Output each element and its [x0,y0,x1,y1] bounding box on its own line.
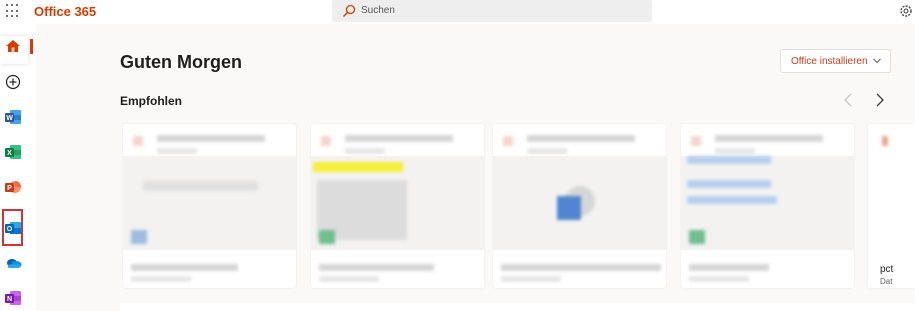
card-header [503,132,653,158]
recommended-card[interactable] [681,124,854,288]
create-plus-icon[interactable] [2,70,24,94]
card-footer [319,262,474,284]
svg-text:X: X [7,150,12,157]
app-brand[interactable]: Office 365 [34,4,96,19]
active-indicator [30,39,33,54]
search-placeholder: Suchen [361,5,395,16]
excel-icon[interactable]: X [2,140,24,164]
recommended-card[interactable] [311,124,484,288]
home-icon[interactable] [2,34,24,58]
card-header [691,132,841,158]
svg-text:P: P [7,185,12,192]
next-section-strip [120,303,915,311]
section-title: Empfohlen [120,94,182,108]
onedrive-icon[interactable] [2,251,24,275]
card-thumbnail [681,156,854,250]
page-title: Guten Morgen [120,52,242,72]
recommended-card[interactable] [493,124,666,288]
chevron-left-icon[interactable] [842,92,856,108]
search-icon [343,4,356,17]
card-thumbnail [311,156,484,250]
card-footer [501,262,661,284]
card-header [133,132,283,158]
app-launcher-rail: W X P O N [0,24,36,311]
svg-text:W: W [6,115,13,122]
card-thumbnail [493,156,666,250]
search-box[interactable]: Suchen [332,0,652,22]
install-office-label: Office installieren [791,55,868,67]
powerpoint-icon[interactable]: P [2,175,24,199]
card-thumbnail [123,156,296,250]
card-footer [131,262,286,284]
recommended-card-partial[interactable]: pct Dat [868,124,915,288]
install-office-button[interactable]: Office installieren [780,49,891,73]
top-bar: Office 365 Suchen [0,0,915,24]
card-header [321,132,471,158]
recommended-card[interactable] [123,124,296,288]
chevron-right-icon[interactable] [872,92,886,108]
card-file-name: pct [880,264,894,275]
outlook-selection-highlight [2,209,23,246]
onenote-icon[interactable]: N [2,286,24,310]
word-icon[interactable]: W [2,105,24,129]
settings-gear-icon[interactable] [898,3,914,19]
card-file-subtitle: Dat [880,277,893,286]
chevron-down-icon [873,58,881,64]
waffle-icon[interactable] [6,4,20,18]
card-footer [689,262,844,284]
svg-text:N: N [7,296,12,303]
